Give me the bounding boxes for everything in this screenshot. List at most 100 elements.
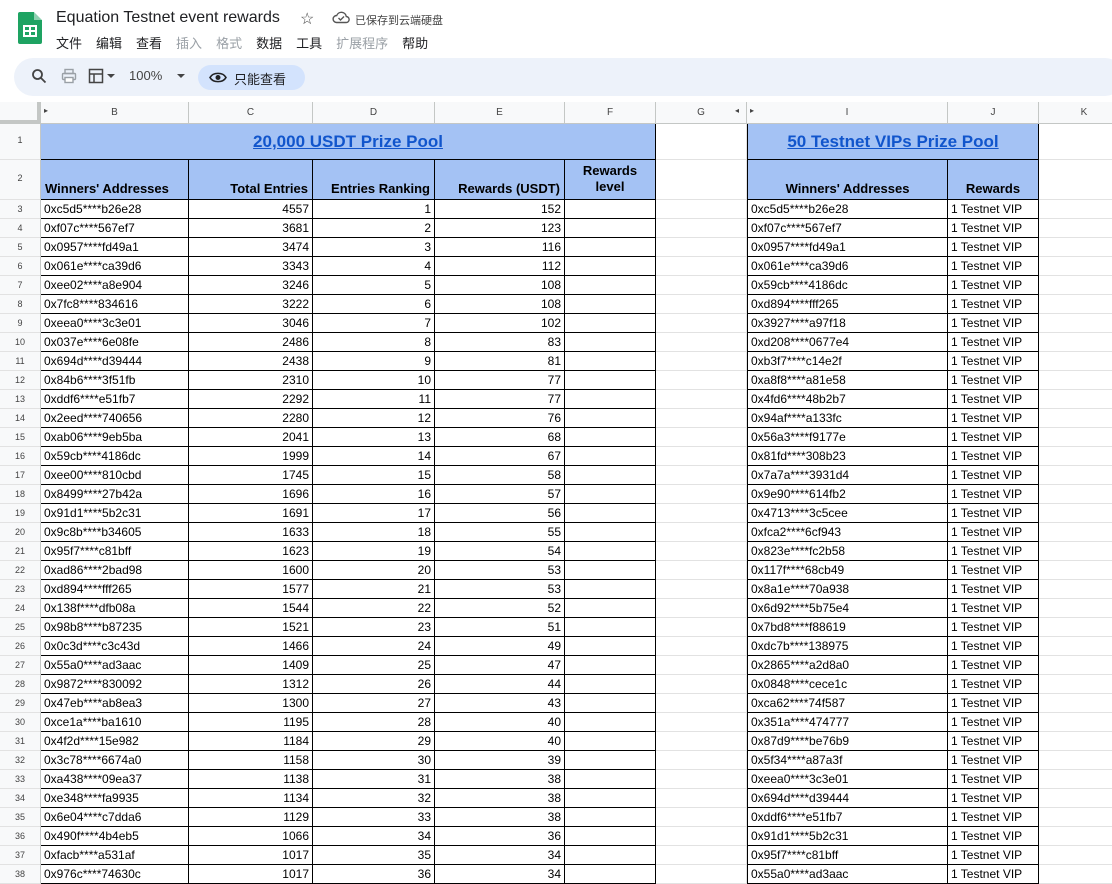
menu-item[interactable]: 扩展程序 bbox=[336, 33, 388, 52]
reward-cell[interactable]: 1 Testnet VIP bbox=[948, 257, 1039, 276]
address-cell[interactable]: 0x117f****68cb49 bbox=[747, 561, 948, 580]
rewards-level-cell[interactable] bbox=[565, 580, 656, 599]
document-title[interactable]: Equation Testnet event rewards bbox=[56, 9, 280, 27]
number-cell[interactable]: 1134 bbox=[189, 789, 313, 808]
grid-cell[interactable] bbox=[1039, 485, 1112, 504]
address-cell[interactable]: 0xd208****0677e4 bbox=[747, 333, 948, 352]
grid-cell[interactable] bbox=[1039, 219, 1112, 238]
number-cell[interactable]: 1577 bbox=[189, 580, 313, 599]
address-cell[interactable]: 0x55a0****ad3aac bbox=[41, 656, 189, 675]
address-cell[interactable]: 0x3927****a97f18 bbox=[747, 314, 948, 333]
address-cell[interactable]: 0x0957****fd49a1 bbox=[41, 238, 189, 257]
address-cell[interactable]: 0xddf6****e51fb7 bbox=[41, 390, 189, 409]
number-cell[interactable]: 3222 bbox=[189, 295, 313, 314]
grid-cell[interactable] bbox=[656, 314, 747, 333]
row-header[interactable]: 2 bbox=[0, 160, 41, 200]
number-cell[interactable]: 20 bbox=[313, 561, 435, 580]
row-header[interactable]: 22 bbox=[0, 561, 41, 580]
number-cell[interactable]: 40 bbox=[435, 713, 565, 732]
row-header[interactable]: 23 bbox=[0, 580, 41, 599]
grid-cell[interactable] bbox=[1039, 732, 1112, 751]
number-cell[interactable]: 108 bbox=[435, 295, 565, 314]
column-header[interactable]: J bbox=[948, 102, 1039, 124]
grid-cell[interactable] bbox=[656, 694, 747, 713]
table-header-cell[interactable]: Winners' Addresses bbox=[747, 160, 948, 200]
grid-cell[interactable] bbox=[1039, 124, 1112, 160]
row-header[interactable]: 11 bbox=[0, 352, 41, 371]
number-cell[interactable]: 56 bbox=[435, 504, 565, 523]
rewards-level-cell[interactable] bbox=[565, 637, 656, 656]
reward-cell[interactable]: 1 Testnet VIP bbox=[948, 580, 1039, 599]
row-header[interactable]: 5 bbox=[0, 238, 41, 257]
address-cell[interactable]: 0x6d92****5b75e4 bbox=[747, 599, 948, 618]
grid-cell[interactable] bbox=[1039, 751, 1112, 770]
number-cell[interactable]: 2292 bbox=[189, 390, 313, 409]
address-cell[interactable]: 0xce1a****ba1610 bbox=[41, 713, 189, 732]
grid-cell[interactable] bbox=[656, 352, 747, 371]
rewards-level-cell[interactable] bbox=[565, 865, 656, 884]
number-cell[interactable]: 13 bbox=[313, 428, 435, 447]
address-cell[interactable]: 0xb3f7****c14e2f bbox=[747, 352, 948, 371]
number-cell[interactable]: 4 bbox=[313, 257, 435, 276]
grid-cell[interactable] bbox=[1039, 675, 1112, 694]
spreadsheet-grid[interactable]: B C D E F G I J K ▸ ◂ ▸ 1 2 3 4 5 6 7 8 9 10 11 12 13 14 15 16 17 18 1… bbox=[0, 102, 1112, 884]
number-cell[interactable]: 43 bbox=[435, 694, 565, 713]
number-cell[interactable]: 123 bbox=[435, 219, 565, 238]
number-cell[interactable]: 12 bbox=[313, 409, 435, 428]
address-cell[interactable]: 0x94af****a133fc bbox=[747, 409, 948, 428]
grid-cell[interactable] bbox=[656, 466, 747, 485]
column-header[interactable]: C bbox=[189, 102, 313, 124]
grid-cell[interactable] bbox=[1039, 352, 1112, 371]
number-cell[interactable]: 18 bbox=[313, 523, 435, 542]
grid-cell[interactable] bbox=[1039, 160, 1112, 200]
number-cell[interactable]: 68 bbox=[435, 428, 565, 447]
address-cell[interactable]: 0xca62****74f587 bbox=[747, 694, 948, 713]
number-cell[interactable]: 6 bbox=[313, 295, 435, 314]
number-cell[interactable]: 17 bbox=[313, 504, 435, 523]
grid-cell[interactable] bbox=[1039, 257, 1112, 276]
menu-item[interactable]: 工具 bbox=[296, 33, 322, 52]
grid-cell[interactable] bbox=[1039, 789, 1112, 808]
row-header[interactable]: 24 bbox=[0, 599, 41, 618]
collapse-arrow-icon[interactable]: ◂ bbox=[735, 106, 739, 115]
address-cell[interactable]: 0x823e****fc2b58 bbox=[747, 542, 948, 561]
rewards-level-cell[interactable] bbox=[565, 352, 656, 371]
grid-cell[interactable] bbox=[656, 846, 747, 865]
rewards-level-cell[interactable] bbox=[565, 523, 656, 542]
row-header[interactable]: 36 bbox=[0, 827, 41, 846]
reward-cell[interactable]: 1 Testnet VIP bbox=[948, 485, 1039, 504]
row-header[interactable]: 3 bbox=[0, 200, 41, 219]
grid-cell[interactable] bbox=[656, 561, 747, 580]
address-cell[interactable]: 0xf07c****567ef7 bbox=[747, 219, 948, 238]
address-cell[interactable]: 0x56a3****f9177e bbox=[747, 428, 948, 447]
grid-cell[interactable] bbox=[656, 504, 747, 523]
number-cell[interactable]: 52 bbox=[435, 599, 565, 618]
reward-cell[interactable]: 1 Testnet VIP bbox=[948, 827, 1039, 846]
rewards-level-cell[interactable] bbox=[565, 466, 656, 485]
row-header[interactable]: 37 bbox=[0, 846, 41, 865]
number-cell[interactable]: 1195 bbox=[189, 713, 313, 732]
grid-cell[interactable] bbox=[656, 523, 747, 542]
address-cell[interactable]: 0x98b8****b87235 bbox=[41, 618, 189, 637]
address-cell[interactable]: 0xee00****810cbd bbox=[41, 466, 189, 485]
rewards-level-cell[interactable] bbox=[565, 694, 656, 713]
rewards-level-cell[interactable] bbox=[565, 314, 656, 333]
menu-item[interactable]: 格式 bbox=[216, 33, 242, 52]
row-header[interactable]: 27 bbox=[0, 656, 41, 675]
collapse-arrow-icon[interactable]: ▸ bbox=[750, 106, 754, 115]
reward-cell[interactable]: 1 Testnet VIP bbox=[948, 333, 1039, 352]
grid-cell[interactable] bbox=[656, 333, 747, 352]
number-cell[interactable]: 1521 bbox=[189, 618, 313, 637]
address-cell[interactable]: 0x91d1****5b2c31 bbox=[41, 504, 189, 523]
grid-cell[interactable] bbox=[656, 732, 747, 751]
grid-cell[interactable] bbox=[656, 599, 747, 618]
reward-cell[interactable]: 1 Testnet VIP bbox=[948, 656, 1039, 675]
menu-item[interactable]: 帮助 bbox=[402, 33, 428, 52]
number-cell[interactable]: 3046 bbox=[189, 314, 313, 333]
reward-cell[interactable]: 1 Testnet VIP bbox=[948, 865, 1039, 884]
grid-cell[interactable] bbox=[1039, 808, 1112, 827]
number-cell[interactable]: 40 bbox=[435, 732, 565, 751]
address-cell[interactable]: 0x9e90****614fb2 bbox=[747, 485, 948, 504]
column-header[interactable]: B bbox=[41, 102, 189, 124]
rewards-level-cell[interactable] bbox=[565, 428, 656, 447]
